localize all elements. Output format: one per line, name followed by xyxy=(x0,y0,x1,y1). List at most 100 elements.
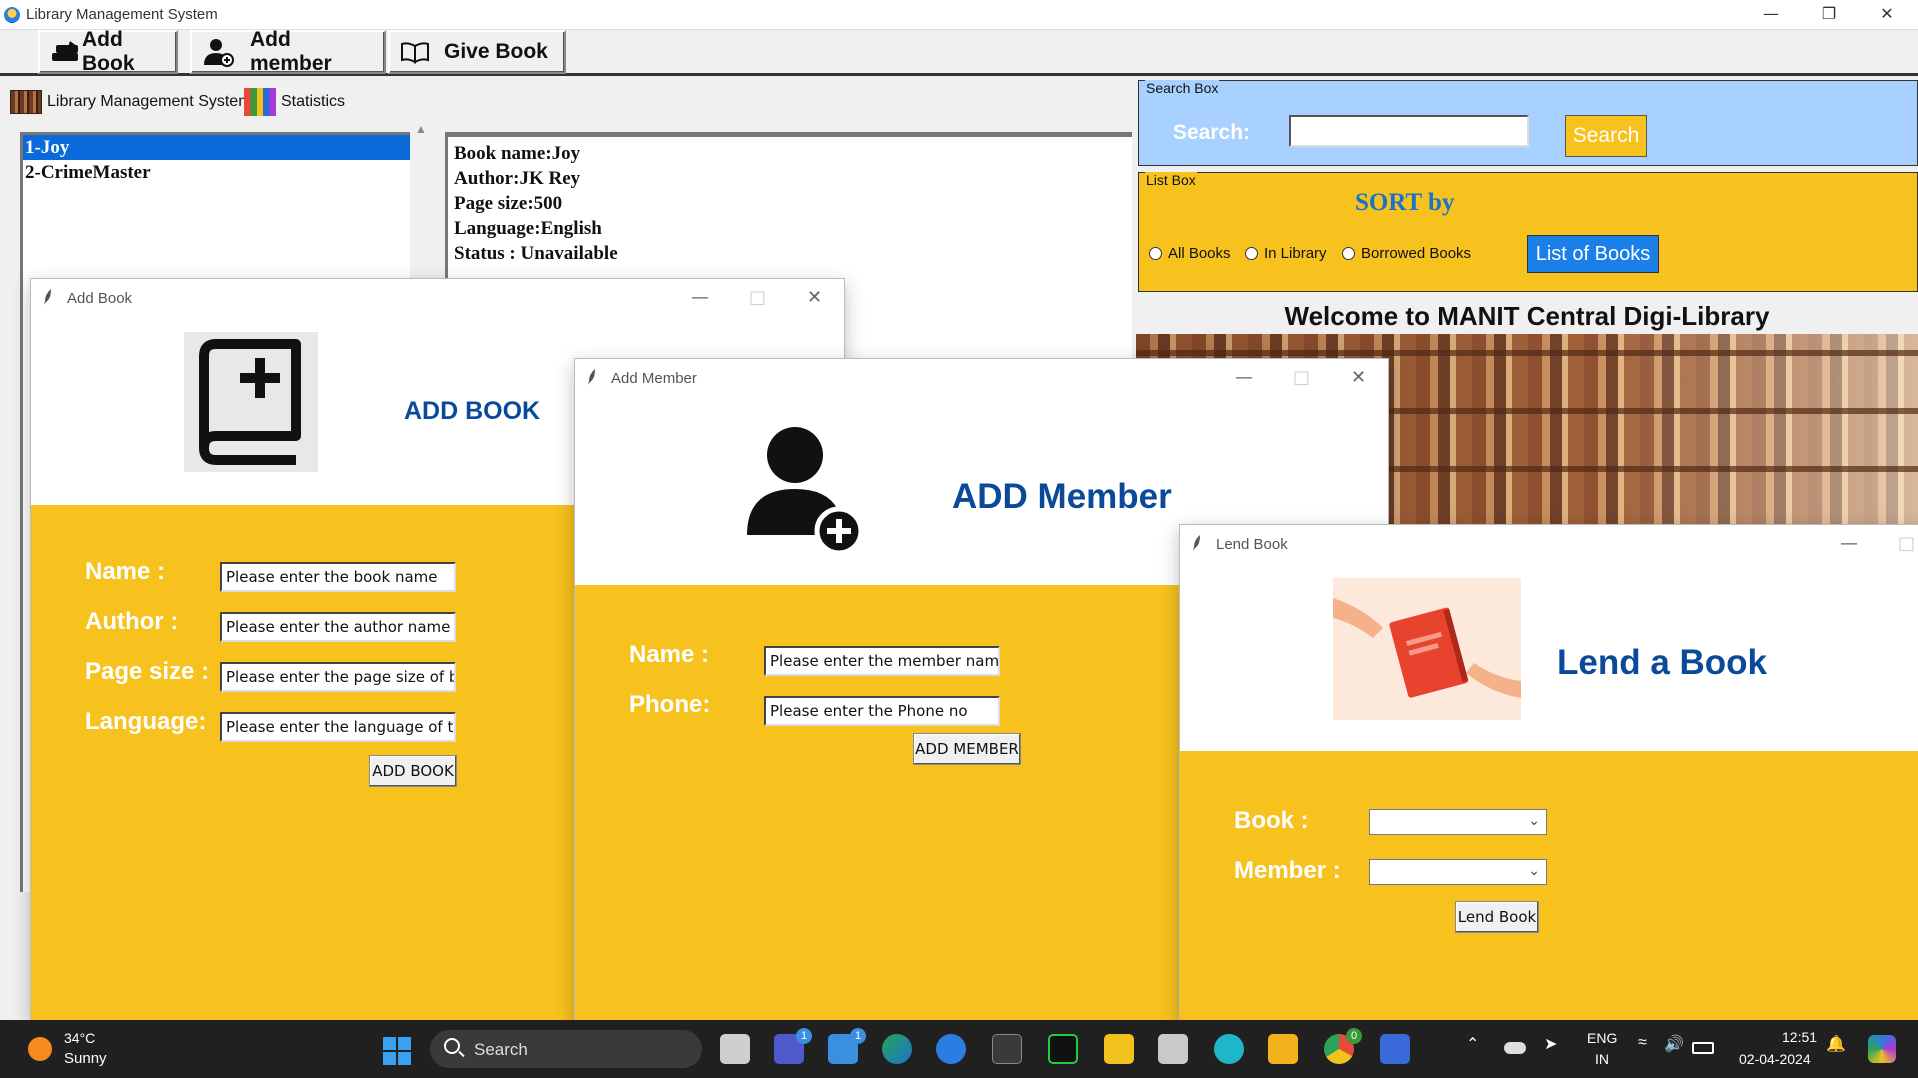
member-select[interactable]: ⌄ xyxy=(1369,859,1547,885)
snipping-tool-icon[interactable] xyxy=(1158,1034,1188,1064)
tab-bar: Library Management System Statistics xyxy=(0,80,1132,122)
close-button[interactable]: ✕ xyxy=(1351,367,1366,388)
close-button[interactable]: ✕ xyxy=(807,287,822,308)
radio-icon xyxy=(1342,247,1355,260)
radio-borrowed-label: Borrowed Books xyxy=(1361,245,1472,262)
clock-date[interactable]: 02-04-2024 xyxy=(1739,1051,1811,1067)
radio-in-library[interactable]: In Library xyxy=(1245,245,1327,262)
page-size-field[interactable]: Please enter the page size of book xyxy=(220,662,456,692)
feather-icon xyxy=(44,289,51,305)
taskbar-search[interactable]: Search xyxy=(430,1030,702,1068)
maximize-button: □ xyxy=(1293,367,1311,388)
list-item[interactable]: 2-CrimeMaster xyxy=(23,160,410,185)
file-explorer-icon[interactable] xyxy=(1268,1034,1298,1064)
close-button[interactable]: ✕ xyxy=(1858,0,1916,30)
phone-field[interactable]: Please enter the Phone no xyxy=(764,696,1000,726)
volume-icon[interactable]: 🔊 xyxy=(1664,1034,1684,1054)
bookshelf-icon xyxy=(10,90,42,114)
name-label: Name : xyxy=(85,558,166,585)
chrome-icon[interactable]: 0 xyxy=(1324,1028,1362,1064)
lend-book-titlebar: Lend Book — □ xyxy=(1180,525,1918,563)
book-name-field[interactable]: Please enter the book name xyxy=(220,562,456,592)
member-label: Member : xyxy=(1234,857,1341,884)
weather-sun-icon[interactable] xyxy=(28,1037,52,1061)
add-book-heading: ADD BOOK xyxy=(404,397,541,425)
battery-icon[interactable] xyxy=(1692,1042,1714,1054)
detail-language: Language:English xyxy=(454,218,602,239)
tab-statistics[interactable]: Statistics xyxy=(244,86,345,118)
radio-in-library-label: In Library xyxy=(1264,245,1327,262)
add-book-titlebar: Add Book — □ ✕ xyxy=(31,279,844,317)
windows-start-icon[interactable] xyxy=(383,1037,411,1065)
detail-pages: Page size:500 xyxy=(454,193,563,214)
give-book-toolbar-button[interactable]: Give Book xyxy=(388,30,566,74)
minimize-button[interactable]: — xyxy=(1235,367,1253,388)
book-select[interactable]: ⌄ xyxy=(1369,809,1547,835)
lend-book-heading: Lend a Book xyxy=(1557,643,1768,682)
python-icon[interactable] xyxy=(1380,1034,1410,1064)
location-icon[interactable]: ➤ xyxy=(1544,1034,1557,1054)
chevron-down-icon: ⌄ xyxy=(1528,862,1540,878)
restore-button[interactable]: ❐ xyxy=(1800,0,1858,30)
search-label: Search: xyxy=(1173,121,1251,144)
pycharm-icon[interactable] xyxy=(1048,1034,1078,1064)
detail-status: Status : Unavailable xyxy=(454,243,618,264)
taskbar: 34°C Sunny Search 1 1 0 ⌃ ➤ ENG IN ≈ 🔊 1… xyxy=(0,1020,1918,1078)
author-field[interactable]: Please enter the author name xyxy=(220,612,456,642)
book-label: Book : xyxy=(1234,807,1309,834)
add-member-titlebar: Add Member — □ ✕ xyxy=(575,359,1388,397)
add-member-submit-button[interactable]: ADD MEMBER xyxy=(913,733,1021,765)
chevron-down-icon: ⌄ xyxy=(1528,812,1540,828)
clock-time[interactable]: 12:51 xyxy=(1782,1029,1817,1045)
add-member-toolbar-button[interactable]: Add member xyxy=(190,28,386,75)
search-icon xyxy=(444,1038,460,1054)
lend-book-form: Book : Member : ⌄ ⌄ Lend Book xyxy=(1180,751,1918,1021)
onedrive-icon[interactable] xyxy=(1504,1042,1526,1054)
list-of-books-button[interactable]: List of Books xyxy=(1527,235,1659,273)
radio-all-books[interactable]: All Books xyxy=(1149,245,1231,262)
minimize-button[interactable]: — xyxy=(1840,533,1858,554)
feather-icon xyxy=(588,369,595,385)
wifi-icon[interactable]: ≈ xyxy=(1638,1034,1647,1052)
language-field[interactable]: Please enter the language of the Bo xyxy=(220,712,456,742)
main-titlebar: Library Management System — ❐ ✕ xyxy=(0,0,1918,30)
power-bi-icon[interactable] xyxy=(1104,1034,1134,1064)
region-indicator[interactable]: IN xyxy=(1595,1051,1609,1067)
canva-icon[interactable] xyxy=(1214,1034,1244,1064)
radio-icon xyxy=(1149,247,1162,260)
task-view-icon[interactable] xyxy=(720,1034,750,1064)
add-member-heading: ADD Member xyxy=(952,477,1172,516)
teams-badge: 1 xyxy=(796,1028,812,1044)
maximize-button: □ xyxy=(749,287,767,308)
search-input[interactable] xyxy=(1289,115,1529,147)
detail-author: Author:JK Rey xyxy=(454,168,581,189)
copilot-icon[interactable] xyxy=(1868,1035,1896,1063)
language-indicator[interactable]: ENG xyxy=(1587,1030,1617,1046)
chevron-up-icon[interactable]: ⌃ xyxy=(1466,1034,1479,1054)
language-label: Language: xyxy=(85,708,207,735)
member-name-field[interactable]: Please enter the member name xyxy=(764,646,1000,676)
lend-book-header: Lend a Book xyxy=(1180,563,1918,751)
weather-desc: Sunny xyxy=(64,1050,107,1067)
lend-book-submit-button[interactable]: Lend Book xyxy=(1455,901,1539,933)
store-icon[interactable]: 1 xyxy=(828,1028,866,1064)
add-book-submit-button[interactable]: ADD BOOK xyxy=(369,755,457,787)
edge-icon[interactable] xyxy=(882,1034,912,1064)
list-item[interactable]: 1-Joy xyxy=(23,135,410,160)
radio-borrowed-books[interactable]: Borrowed Books xyxy=(1342,245,1471,262)
terminal-icon[interactable] xyxy=(992,1034,1022,1064)
search-button[interactable]: Search xyxy=(1565,115,1647,157)
teams-icon[interactable]: 1 xyxy=(774,1028,812,1064)
hand-book-illustration xyxy=(1333,578,1521,720)
minimize-button[interactable]: — xyxy=(1742,0,1800,30)
detail-name: Book name:Joy xyxy=(454,143,581,164)
notification-bell-icon[interactable]: 🔔 xyxy=(1826,1034,1846,1054)
add-member-toolbar-label: Add member xyxy=(250,28,332,75)
add-book-toolbar-button[interactable]: Add Book xyxy=(38,28,178,75)
help-icon[interactable] xyxy=(936,1034,966,1064)
scroll-up-icon[interactable]: ▲ xyxy=(415,122,427,136)
minimize-button[interactable]: — xyxy=(691,287,709,308)
add-member-title: Add Member xyxy=(611,370,697,387)
tab-library[interactable]: Library Management System xyxy=(10,86,252,118)
list-box-group: List Box SORT by All Books In Library Bo… xyxy=(1138,172,1918,292)
